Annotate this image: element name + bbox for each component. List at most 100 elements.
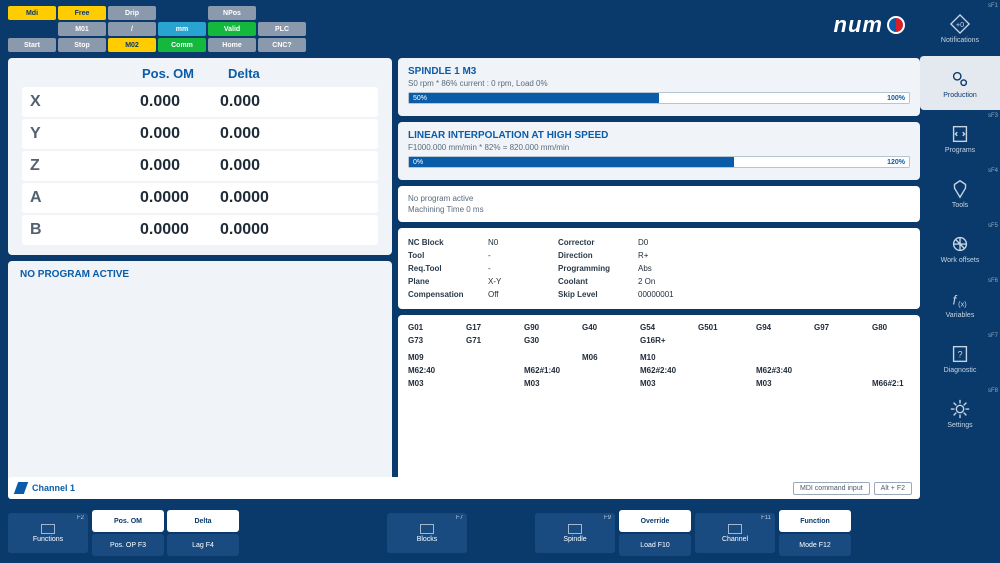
- nc-value: 00000001: [638, 288, 708, 301]
- pos-row-a[interactable]: A 0.0000 0.0000: [22, 183, 378, 213]
- topbar-npos[interactable]: NPos: [208, 6, 256, 20]
- spindle-bar[interactable]: 50% 100%: [408, 92, 910, 104]
- gcode-cell: G17: [466, 323, 504, 332]
- svg-text:f: f: [953, 292, 958, 307]
- topbar-plc[interactable]: PLC: [258, 22, 306, 36]
- topbar-/[interactable]: /: [108, 22, 156, 36]
- tool-icon: [949, 178, 971, 200]
- topbar-mdi[interactable]: Mdi: [8, 6, 56, 20]
- interp-bar[interactable]: 0% 120%: [408, 156, 910, 168]
- sidenav-label: Variables: [946, 312, 975, 319]
- nc-label: Coolant: [558, 275, 638, 288]
- gcode-cell: G54: [640, 323, 678, 332]
- side-navigation: sF1 +0 Notifications ProductionsF3 Progr…: [920, 0, 1000, 563]
- sidenav-tools[interactable]: sF4 Tools: [920, 165, 1000, 220]
- gcode-cell: G97: [814, 323, 852, 332]
- gcode-cell: M03: [756, 379, 794, 388]
- sidenav-diagnostic[interactable]: sF7 ? Diagnostic: [920, 330, 1000, 385]
- sidenav-label: Tools: [952, 202, 968, 209]
- topbar-mm[interactable]: mm: [158, 22, 206, 36]
- pos-delta-value: 0.000: [220, 93, 370, 111]
- pos-header-delta: Delta: [228, 66, 378, 81]
- nc-label: Programming: [558, 262, 638, 275]
- pos-row-x[interactable]: X 0.000 0.000: [22, 87, 378, 117]
- offset-icon: [949, 233, 971, 255]
- sidenav-production[interactable]: Production: [920, 55, 1000, 110]
- topbar-home[interactable]: Home: [208, 38, 256, 52]
- channel-button[interactable]: Channel F11: [695, 513, 775, 553]
- position-panel: Pos. OM Delta X 0.000 0.000Y 0.000 0.000…: [8, 58, 392, 255]
- spindle-button[interactable]: Spindle F9: [535, 513, 615, 553]
- sidenav-settings[interactable]: sF8 Settings: [920, 385, 1000, 440]
- gcode-cell: M03: [524, 379, 562, 388]
- gcode-cell: M62#1:40: [524, 366, 562, 375]
- gcode-cell: [466, 353, 504, 362]
- sidenav-key: sF8: [988, 388, 998, 394]
- gcode-cell: [466, 366, 504, 375]
- gcode-cell: G30: [524, 336, 562, 345]
- topbar-drip[interactable]: Drip: [108, 6, 156, 20]
- nc-value: -: [488, 262, 558, 275]
- delta-button[interactable]: Delta: [167, 510, 239, 532]
- sidenav-notifications[interactable]: sF1 +0 Notifications: [920, 0, 1000, 55]
- topbar-m02[interactable]: M02: [108, 38, 156, 52]
- gcode-cell: M06: [582, 353, 620, 362]
- main-content: Pos. OM Delta X 0.000 0.000Y 0.000 0.000…: [8, 58, 920, 493]
- load-button[interactable]: Load F10: [619, 534, 691, 556]
- gcode-row: G73G71G30G16R+: [408, 336, 910, 345]
- gcode-cell: G16R+: [640, 336, 678, 345]
- sidenav-programs[interactable]: sF3 Programs: [920, 110, 1000, 165]
- gcode-row: M09M06M10: [408, 353, 910, 362]
- pos-row-y[interactable]: Y 0.000 0.000: [22, 119, 378, 149]
- gcode-cell: M10: [640, 353, 678, 362]
- interpolation-panel: LINEAR INTERPOLATION AT HIGH SPEED F1000…: [398, 122, 920, 180]
- pos-om-value: 0.000: [100, 157, 220, 175]
- channel-label[interactable]: Channel 1: [32, 483, 75, 493]
- function-button[interactable]: Function: [779, 510, 851, 532]
- lag-button[interactable]: Lag F4: [167, 534, 239, 556]
- topbar-stop[interactable]: Stop: [58, 38, 106, 52]
- sidenav-key: sF4: [988, 168, 998, 174]
- program-status: NO PROGRAM ACTIVE: [20, 269, 129, 280]
- sidenav-label: Work offsets: [941, 257, 980, 264]
- topbar-cnc?[interactable]: CNC?: [258, 38, 306, 52]
- sidenav-work-offsets[interactable]: sF5 Work offsets: [920, 220, 1000, 275]
- gcode-cell: G40: [582, 323, 620, 332]
- blocks-icon: [420, 524, 434, 534]
- pos-delta-value: 0.0000: [220, 189, 370, 207]
- pos-row-b[interactable]: B 0.0000 0.0000: [22, 215, 378, 245]
- noprog-line1: No program active: [408, 194, 910, 203]
- sidenav-label: Settings: [947, 422, 972, 429]
- sidenav-label: Notifications: [941, 37, 979, 44]
- nc-label: NC Block: [408, 236, 488, 249]
- nc-label: Skip Level: [558, 288, 638, 301]
- spindle-sub: S0 rpm * 86% current : 0 rpm, Load 0%: [408, 79, 910, 88]
- topbar-m01[interactable]: M01: [58, 22, 106, 36]
- nc-label: Tool: [408, 249, 488, 262]
- fx-icon: f(x): [949, 288, 971, 310]
- gcode-cell: [582, 379, 620, 388]
- gcode-cell: G71: [466, 336, 504, 345]
- posop-button[interactable]: Pos. OP F3: [92, 534, 164, 556]
- topbar-valid[interactable]: Valid: [208, 22, 256, 36]
- gcode-cell: [756, 353, 794, 362]
- svg-text:(x): (x): [958, 299, 967, 308]
- functions-button[interactable]: Functions F2: [8, 513, 88, 553]
- override-button[interactable]: Override: [619, 510, 691, 532]
- topbar-empty: [308, 38, 356, 52]
- gcode-cell: M62#2:40: [640, 366, 678, 375]
- sidenav-variables[interactable]: sF6 f(x) Variables: [920, 275, 1000, 330]
- nc-label: Compensation: [408, 288, 488, 301]
- mode-button[interactable]: Mode F12: [779, 534, 851, 556]
- gcode-cell: [756, 336, 794, 345]
- mdi-input[interactable]: MDI command input: [793, 482, 870, 495]
- topbar-start[interactable]: Start: [8, 38, 56, 52]
- bell-icon: +0: [949, 13, 971, 35]
- pos-row-z[interactable]: Z 0.000 0.000: [22, 151, 378, 181]
- topbar-free[interactable]: Free: [58, 6, 106, 20]
- topbar-comm[interactable]: Comm: [158, 38, 206, 52]
- gcode-row: G01G17G90G40G54G501G94G97G80: [408, 323, 910, 332]
- posom-button[interactable]: Pos. OM: [92, 510, 164, 532]
- mdi-hint: Alt + F2: [874, 482, 912, 495]
- blocks-button[interactable]: Blocks F7: [387, 513, 467, 553]
